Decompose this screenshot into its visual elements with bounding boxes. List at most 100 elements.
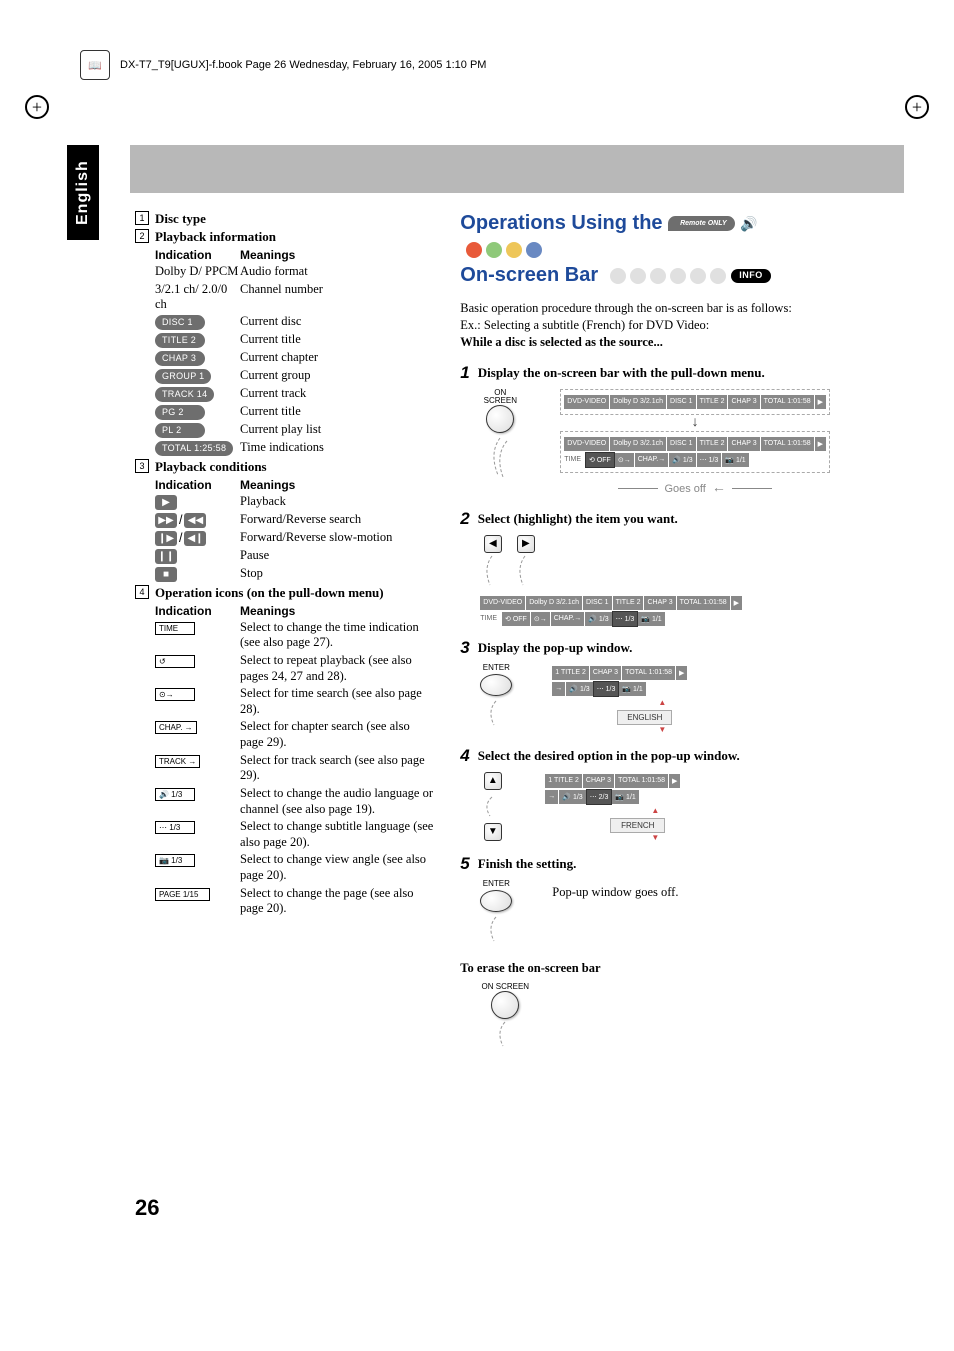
- osd-total: TOTAL 1:01:58: [677, 596, 730, 610]
- ind-cell: Dolby D/ PPCM: [155, 264, 240, 279]
- mean-cell: Select for time search (see also page 28…: [240, 686, 435, 717]
- osd-bar-step4b: → 🔊 1/3 ⋯ 2/3 📷 1/1: [545, 790, 830, 804]
- book-header: 📖 DX-T7_T9[UGUX]-f.book Page 26 Wednesda…: [80, 50, 486, 80]
- ind-cell: TRACK →: [155, 753, 240, 768]
- osd-bar-step2b: TIME ⟲ OFF ⊙→ CHAP.→ 🔊 1/3 ⋯ 1/3 📷 1/1: [480, 612, 830, 626]
- intro-text-2: Ex.: Selecting a subtitle (French) for D…: [460, 317, 830, 334]
- group-pill: GROUP 1: [155, 369, 211, 384]
- cursor-down-icon: ▼: [484, 823, 502, 841]
- col-header-meanings: Meanings: [240, 248, 435, 262]
- table-row: PL 2Current play list: [135, 422, 435, 438]
- step4-figure: ▲ ▼ 1 TITLE 2 CHAP 3 TOTAL 1:01:58 ▶ → 🔊…: [480, 772, 830, 842]
- col-header-indication: Indication: [155, 604, 240, 618]
- osd-chap: CHAP 3: [728, 395, 759, 409]
- osd-audio: 🔊 1/3: [585, 612, 611, 626]
- table-header: Indication Meanings: [135, 248, 435, 262]
- mean-cell: Current title: [240, 404, 435, 420]
- dot-icon: [526, 242, 542, 258]
- osd-disc: DISC 1: [667, 395, 696, 409]
- osd-dolby: Dolby D 3/2.1ch: [610, 437, 666, 451]
- erase-heading: To erase the on-screen bar: [460, 960, 830, 977]
- step-text: Display the on-screen bar with the pull-…: [478, 363, 765, 383]
- onscreen-label: ON SCREEN: [482, 983, 530, 991]
- ind-cell: TIME: [155, 620, 240, 635]
- osd-audio: 🔊 1/3: [669, 453, 695, 467]
- mean-cell: Pause: [240, 548, 435, 564]
- table-row: TIMESelect to change the time indication…: [135, 620, 435, 651]
- ind-cell: ❙▶/◀❙: [155, 530, 240, 546]
- title-line-2: On-screen Bar: [460, 264, 598, 286]
- tracksearch-box-icon: TRACK →: [155, 755, 200, 768]
- track-pill: TRACK 14: [155, 387, 214, 402]
- ind-cell: CHAP 3: [155, 350, 240, 366]
- cursor-up-icon: ▲: [484, 772, 502, 790]
- table-row: ⋯ 1/3Select to change subtitle language …: [135, 819, 435, 850]
- osd-bar-row1: DVD-VIDEO Dolby D 3/2.1ch DISC 1 TITLE 2…: [564, 395, 826, 409]
- mean-cell: Stop: [240, 566, 435, 582]
- osd-dvd: DVD-VIDEO: [564, 437, 609, 451]
- mean-cell: Select to change view angle (see also pa…: [240, 852, 435, 883]
- osd-play-icon: ▶: [815, 437, 826, 451]
- dot-icon: [710, 268, 726, 284]
- mean-cell: Audio format: [240, 264, 435, 280]
- table-row: TRACK → Select for track search (see also…: [135, 753, 435, 784]
- ind-cell: TOTAL 1:25:58: [155, 440, 240, 456]
- section-3-row: 3 Playback conditions: [135, 458, 435, 476]
- osd-dolby: Dolby D 3/2.1ch: [610, 395, 666, 409]
- remote-only-badge-icon: Remote ONLY: [668, 216, 735, 231]
- dot-row: [610, 268, 726, 284]
- osd-sub: ⋯ 1/3: [594, 682, 619, 696]
- right-column: Operations Using the Remote ONLY 🔊 On-sc…: [460, 210, 830, 1057]
- table-header: Indication Meanings: [135, 604, 435, 618]
- total-pill: TOTAL 1:25:58: [155, 441, 233, 456]
- ind-cell: CHAP. →: [155, 719, 240, 734]
- play-icon: ▶: [155, 495, 177, 510]
- step-text: Display the pop-up window.: [478, 638, 633, 658]
- sublang-box-icon: ⋯ 1/3: [155, 821, 195, 834]
- osd-chapsearch-icon: →: [552, 682, 565, 696]
- crop-mark-tl: [25, 95, 49, 119]
- table-row: ▶▶/◀◀Forward/Reverse search: [135, 512, 435, 528]
- table-header: Indication Meanings: [135, 478, 435, 492]
- mean-cell: Channel number: [240, 282, 435, 298]
- mean-cell: Time indications: [240, 440, 435, 456]
- timesearch-box-icon: ⊙→: [155, 688, 195, 701]
- table-row: 3/2.1 ch/ 2.0/0 chChannel number: [135, 282, 435, 312]
- repeat-box-icon: ↺: [155, 655, 195, 668]
- dot-icon: [630, 268, 646, 284]
- crop-mark-tr: [905, 95, 929, 119]
- osd-chapsearch: CHAP.→: [551, 612, 585, 626]
- table-row: DISC 1Current disc: [135, 314, 435, 330]
- section-1-row: 1 Disc type: [135, 210, 435, 228]
- feature-title: Operations Using the Remote ONLY 🔊 On-sc…: [460, 210, 830, 288]
- press-motion-icon: [484, 914, 509, 944]
- dot-icon: [486, 242, 502, 258]
- osd-chap: CHAP 3: [583, 774, 614, 788]
- osd-time-label: TIME: [480, 612, 501, 626]
- step-text: Select (highlight) the item you want.: [478, 509, 678, 529]
- osd-angle: 📷 1/1: [638, 612, 664, 626]
- table-row: ⊙→ Select for time search (see also page …: [135, 686, 435, 717]
- ind-cell: ▶: [155, 494, 240, 510]
- dot-row: [466, 242, 542, 258]
- mean-cell: Forward/Reverse slow-motion: [240, 530, 435, 546]
- step3-figure: ENTER 1 TITLE 2 CHAP 3 TOTAL 1:01:58 ▶ →…: [480, 664, 830, 734]
- table-row: PAGE 1/15Select to change the page (see …: [135, 886, 435, 917]
- mean-cell: Current disc: [240, 314, 435, 330]
- osd-sub2: ⋯ 2/3: [587, 790, 612, 804]
- press-motion-icon: [493, 1019, 518, 1049]
- ind-cell: ⋯ 1/3: [155, 819, 240, 834]
- osd-bar-step3b: → 🔊 1/3 ⋯ 1/3 📷 1/1: [552, 682, 830, 696]
- info-badge-icon: INFO: [731, 269, 771, 283]
- left-column: 1 Disc type 2 Playback information Indic…: [135, 210, 435, 1057]
- time-box-icon: TIME: [155, 622, 195, 635]
- mean-cell: Select for track search (see also page 2…: [240, 753, 435, 784]
- osd-dvd: DVD-VIDEO: [564, 395, 609, 409]
- page-number: 26: [135, 1195, 159, 1221]
- cursor-right-icon: ▶: [517, 535, 535, 553]
- osd-bar-row2b: TIME ⟲ OFF ⊙→ CHAP.→ 🔊 1/3 ⋯ 1/3 📷 1/1: [564, 453, 826, 467]
- ind-cell: PG 2: [155, 404, 240, 420]
- osd-angle: 📷 1/1: [722, 453, 748, 467]
- intro-text-1: Basic operation procedure through the on…: [460, 300, 830, 317]
- ind-cell: 📷 1/3: [155, 852, 240, 867]
